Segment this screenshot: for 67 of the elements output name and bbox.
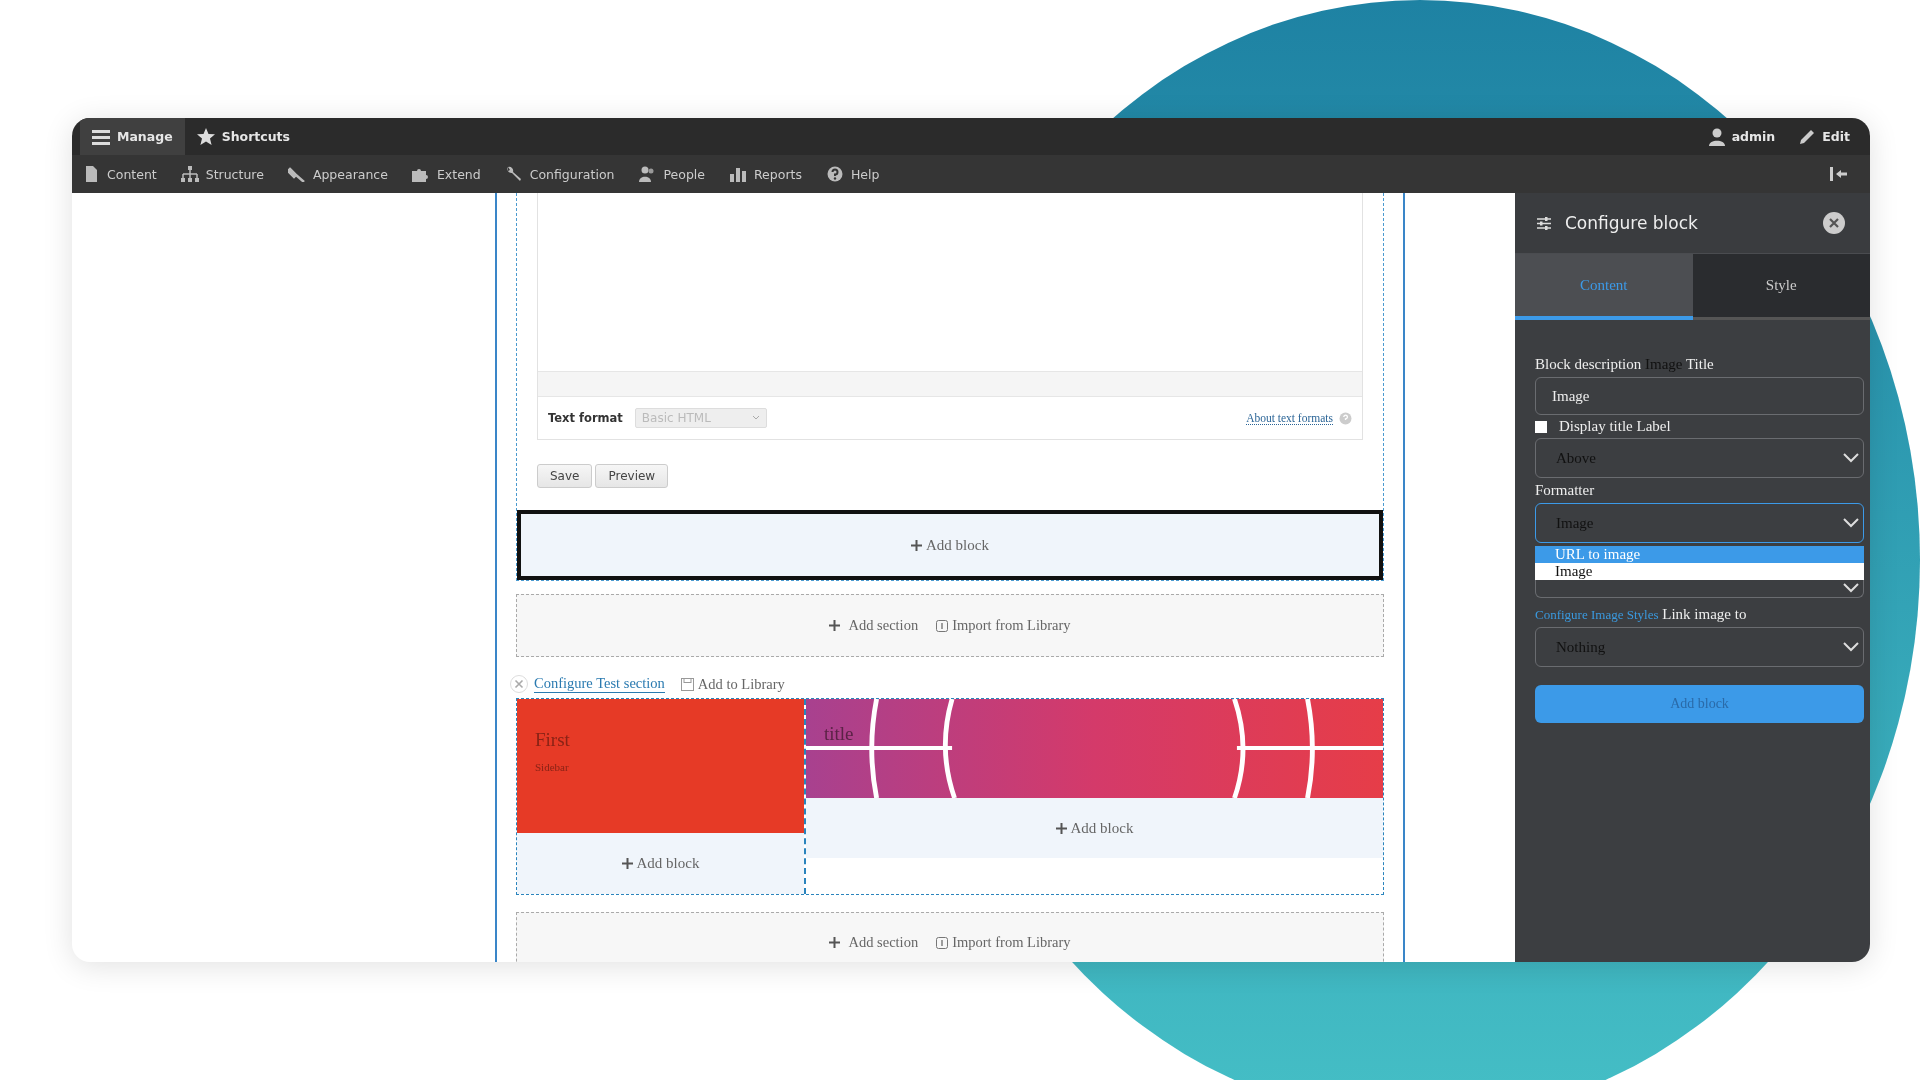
user-icon (1708, 127, 1725, 146)
chevron-icon (1843, 518, 1859, 528)
checkbox-label: Display title Label (1559, 418, 1671, 435)
edit-link[interactable]: Edit (1787, 118, 1862, 155)
plus-icon (829, 937, 841, 948)
block-title: title (824, 723, 854, 745)
field-label: Formatter (1535, 482, 1596, 499)
select-field[interactable] (1535, 580, 1864, 598)
import-from-library-link[interactable]: Import from Library (936, 617, 1071, 634)
plus-icon (621, 858, 633, 869)
hierarchy-icon (180, 166, 199, 182)
menu-item[interactable]: Content (82, 166, 157, 182)
bar-chart-icon (729, 166, 747, 182)
field-label: Title (1685, 356, 1714, 372)
menu-item[interactable]: Appearance (287, 166, 388, 182)
add-section-link[interactable]: Add section (829, 617, 919, 634)
menu-item[interactable]: Reports (729, 166, 802, 182)
menu-item[interactable]: Help (825, 166, 880, 182)
menu-item[interactable]: Extend (411, 166, 481, 182)
toolbar-tab[interactable]: Manage (80, 118, 185, 155)
checkbox[interactable] (1535, 420, 1547, 433)
star-icon (196, 128, 215, 145)
block-title: First (535, 729, 571, 751)
field-label: Block description (1535, 356, 1642, 372)
chevron-icon (1843, 642, 1859, 652)
close-icon[interactable] (1823, 212, 1845, 234)
form-button[interactable]: Preview (595, 464, 669, 488)
configure-image-styles-link[interactable]: Configure Image Styles (1535, 607, 1659, 622)
wrench-icon (504, 166, 523, 182)
menu-item[interactable]: Configuration (504, 166, 615, 182)
add-section-link[interactable]: Add section (829, 934, 919, 951)
panel-title: Configure block (1565, 213, 1698, 233)
import-from-library-link[interactable]: Import from Library (936, 934, 1071, 951)
help-icon (825, 166, 844, 182)
menu-icon (92, 128, 110, 145)
chevron-icon (1843, 582, 1859, 593)
toolbar-tab[interactable]: Shortcuts (184, 118, 302, 155)
block-subtitle: Sidebar (535, 761, 570, 773)
text-format-label: Text format (548, 411, 623, 425)
save-icon (680, 677, 694, 691)
help-icon (1339, 411, 1352, 425)
chevron-icon (751, 415, 760, 421)
plus-icon (911, 539, 923, 551)
collapse-icon[interactable] (1830, 167, 1848, 181)
panel-tab[interactable]: Style (1692, 254, 1870, 320)
chevron-icon (1843, 453, 1859, 463)
library-icon (936, 936, 949, 949)
menu-item[interactable]: Structure (180, 166, 264, 182)
add-block-button[interactable]: Add block (517, 510, 1383, 580)
add-to-library-link[interactable]: Add to Library (680, 675, 785, 693)
about-text-formats-link[interactable]: About text formats (1246, 411, 1333, 425)
library-icon (936, 619, 949, 632)
pencil-icon (1799, 128, 1816, 145)
plus-icon (829, 620, 841, 631)
add-block-button[interactable]: Add block (517, 833, 804, 894)
brush-icon (287, 166, 306, 182)
sliders-icon (1537, 216, 1551, 230)
dropdown-option[interactable]: Image (1535, 563, 1864, 580)
form-button[interactable]: Save (537, 464, 593, 488)
puzzle-icon (411, 166, 430, 182)
configure-section-link[interactable]: Configure Test section (534, 675, 665, 693)
title-field[interactable]: Image (1535, 377, 1864, 415)
user-link[interactable]: admin (1696, 118, 1788, 155)
add-block-button[interactable]: Add block (806, 798, 1383, 858)
plus-icon (1055, 822, 1067, 834)
field-label: Link image to (1662, 606, 1747, 622)
menu-item[interactable]: People (638, 166, 705, 182)
